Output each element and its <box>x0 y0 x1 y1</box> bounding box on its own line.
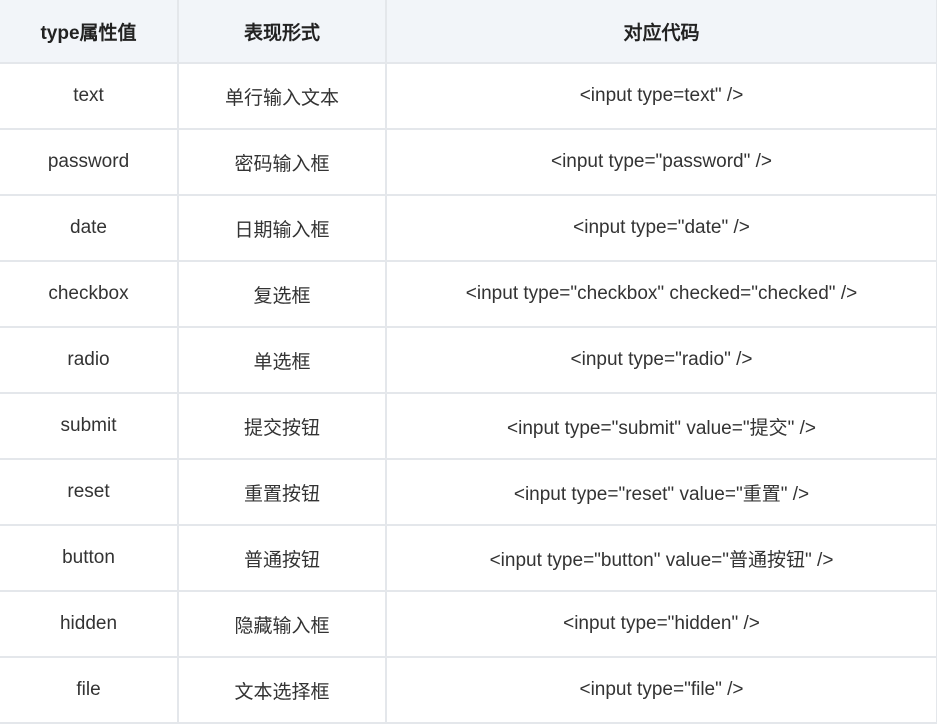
input-type-table: type属性值 表现形式 对应代码 text 单行输入文本 <input type=… <box>0 0 937 724</box>
header-row: type属性值 表现形式 对应代码 <box>0 0 937 64</box>
header-form: 表现形式 <box>177 0 387 64</box>
table-row: hidden 隐藏输入框 <input type="hidden" /> <box>0 590 937 658</box>
cell-code: <input type="hidden" /> <box>385 590 937 658</box>
cell-type: checkbox <box>0 260 179 328</box>
cell-code: <input type="date" /> <box>385 194 937 262</box>
cell-code: <input type="submit" value="提交" /> <box>385 392 937 460</box>
header-code: 对应代码 <box>385 0 937 64</box>
cell-type: reset <box>0 458 179 526</box>
cell-type: hidden <box>0 590 179 658</box>
table-row: date 日期输入框 <input type="date" /> <box>0 194 937 262</box>
cell-code: <input type="file" /> <box>385 656 937 724</box>
cell-form: 隐藏输入框 <box>177 590 387 658</box>
cell-form: 文本选择框 <box>177 656 387 724</box>
cell-form: 重置按钮 <box>177 458 387 526</box>
cell-code: <input type="radio" /> <box>385 326 937 394</box>
table-row: checkbox 复选框 <input type="checkbox" checke… <box>0 260 937 328</box>
header-type: type属性值 <box>0 0 179 64</box>
table-row: password 密码输入框 <input type="password" /> <box>0 128 937 196</box>
cell-form: 日期输入框 <box>177 194 387 262</box>
table-row: submit 提交按钮 <input type="submit" value="提交… <box>0 392 937 460</box>
table-row: radio 单选框 <input type="radio" /> <box>0 326 937 394</box>
cell-type: date <box>0 194 179 262</box>
cell-code: <input type="password" /> <box>385 128 937 196</box>
cell-type: password <box>0 128 179 196</box>
cell-type: file <box>0 656 179 724</box>
cell-type: button <box>0 524 179 592</box>
table-row: text 单行输入文本 <input type=text" /> <box>0 62 937 130</box>
cell-code: <input type="button" value="普通按钮" /> <box>385 524 937 592</box>
cell-form: 普通按钮 <box>177 524 387 592</box>
cell-type: radio <box>0 326 179 394</box>
table-row: file 文本选择框 <input type="file" /> <box>0 656 937 724</box>
table-row: button 普通按钮 <input type="button" value="普通… <box>0 524 937 592</box>
cell-form: 提交按钮 <box>177 392 387 460</box>
cell-form: 密码输入框 <box>177 128 387 196</box>
cell-form: 单行输入文本 <box>177 62 387 130</box>
cell-code: <input type=text" /> <box>385 62 937 130</box>
table-row: reset 重置按钮 <input type="reset" value="重置" … <box>0 458 937 526</box>
cell-form: 复选框 <box>177 260 387 328</box>
cell-code: <input type="reset" value="重置" /> <box>385 458 937 526</box>
cell-type: text <box>0 62 179 130</box>
cell-form: 单选框 <box>177 326 387 394</box>
cell-type: submit <box>0 392 179 460</box>
cell-code: <input type="checkbox" checked="checked"… <box>385 260 937 328</box>
